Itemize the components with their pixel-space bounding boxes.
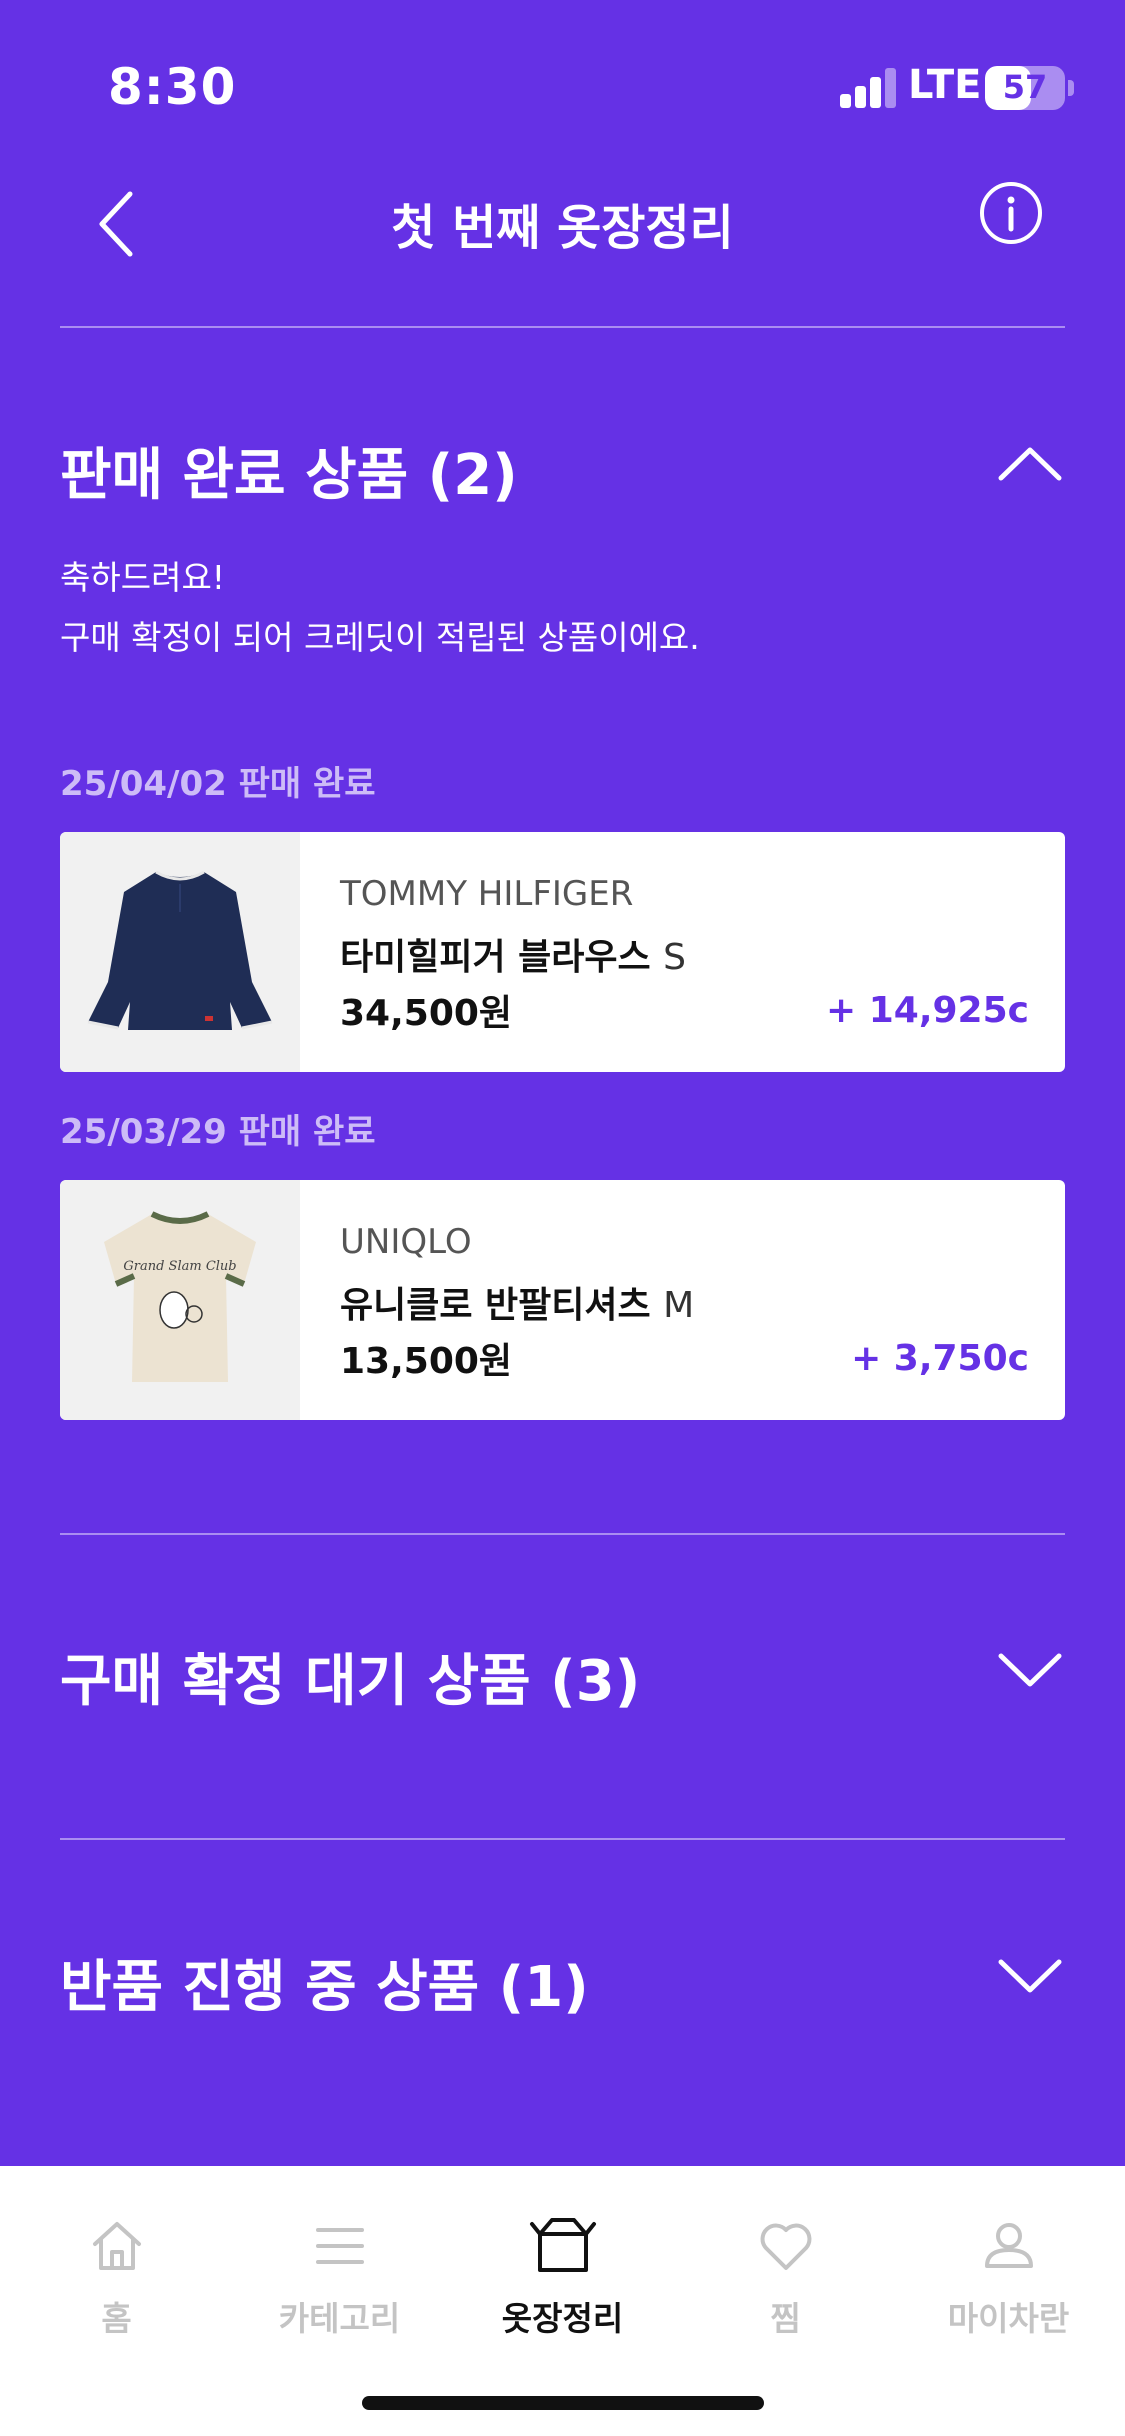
person-icon [984, 2223, 1033, 2268]
section-divider [60, 1533, 1065, 1535]
sold-item-card[interactable]: Grand Slam Club UNIQLO 유니클로 반팔티셔츠 M 13,5… [60, 1180, 1065, 1420]
tab-favorites[interactable]: 찜 [673, 2216, 898, 2356]
product-title: 유니클로 반팔티셔츠 [340, 1285, 651, 1326]
sold-section-header[interactable]: 판매 완료 상품 (2) [60, 420, 1065, 510]
chevron-down-icon [998, 1959, 1062, 1993]
battery-icon: 57 [985, 66, 1065, 110]
tab-label: 카테고리 [278, 2299, 401, 2338]
product-name: 타미힐피거 블라우스 S [340, 928, 686, 980]
product-name: 유니클로 반팔티셔츠 M [340, 1276, 694, 1328]
pending-section-header[interactable]: 구매 확정 대기 상품 (3) [60, 1626, 1065, 1716]
credit-amount: + 3,750c [851, 1338, 1029, 1379]
product-image-tshirt: Grand Slam Club [60, 1180, 300, 1420]
battery-nub [1068, 80, 1074, 96]
credit-notice-line: 구매 확정이 되어 크레딧이 적립된 상품이에요. [60, 618, 700, 657]
chevron-down-icon [998, 1653, 1062, 1687]
sold-item-card[interactable]: TOMMY HILFIGER 타미힐피거 블라우스 S 34,500원 + 14… [60, 832, 1065, 1072]
sold-section-message: 축하드려요! 구매 확정이 되어 크레딧이 적립된 상품이에요. [60, 548, 700, 668]
tab-label: 찜 [770, 2299, 801, 2338]
tab-category[interactable]: 카테고리 [227, 2216, 452, 2356]
nav-header: 첫 번째 옷장정리 [0, 160, 1125, 300]
status-bar: 8:30 LTE 57 [0, 0, 1125, 170]
status-time: 8:30 [108, 58, 237, 116]
product-brand: UNIQLO [340, 1222, 472, 1262]
info-icon [980, 182, 1042, 244]
congrats-line: 축하드려요! [60, 558, 226, 597]
returning-section-title: 반품 진행 중 상품 (1) [60, 1955, 589, 2020]
tab-label: 홈 [101, 2299, 132, 2338]
network-type: LTE [908, 62, 982, 108]
home-icon [92, 2222, 141, 2270]
home-indicator [362, 2396, 764, 2410]
info-button[interactable] [978, 180, 1044, 246]
product-image-blouse [60, 832, 300, 1072]
tab-closet[interactable]: 옷장정리 [450, 2216, 675, 2356]
sold-date-label: 25/04/02 판매 완료 [60, 764, 376, 804]
pending-section-title: 구매 확정 대기 상품 (3) [60, 1649, 641, 1714]
product-size: M [663, 1285, 695, 1326]
shirt-print: Grand Slam Club [123, 1259, 236, 1274]
product-price: 13,500원 [340, 1341, 513, 1382]
tab-home[interactable]: 홈 [4, 2216, 229, 2356]
menu-icon [315, 2228, 364, 2264]
page-title: 첫 번째 옷장정리 [391, 200, 734, 256]
chevron-up-icon [998, 447, 1062, 481]
tab-label: 옷장정리 [501, 2299, 624, 2338]
credit-amount: + 14,925c [826, 990, 1029, 1031]
battery-level: 57 [1002, 68, 1048, 106]
product-brand: TOMMY HILFIGER [340, 874, 634, 914]
header-divider [60, 326, 1065, 328]
tab-my[interactable]: 마이차란 [896, 2216, 1121, 2356]
section-divider [60, 1838, 1065, 1840]
closet-box-icon [529, 2218, 596, 2272]
returning-section-header[interactable]: 반품 진행 중 상품 (1) [60, 1932, 1065, 2022]
heart-icon [760, 2223, 811, 2270]
product-title: 타미힐피거 블라우스 [340, 937, 651, 978]
sold-date-label: 25/03/29 판매 완료 [60, 1112, 376, 1152]
signal-icon [840, 68, 896, 108]
product-price: 34,500원 [340, 993, 513, 1034]
tab-label: 마이차란 [947, 2299, 1070, 2338]
sold-section-title: 판매 완료 상품 (2) [60, 443, 518, 508]
product-size: S [663, 937, 687, 978]
